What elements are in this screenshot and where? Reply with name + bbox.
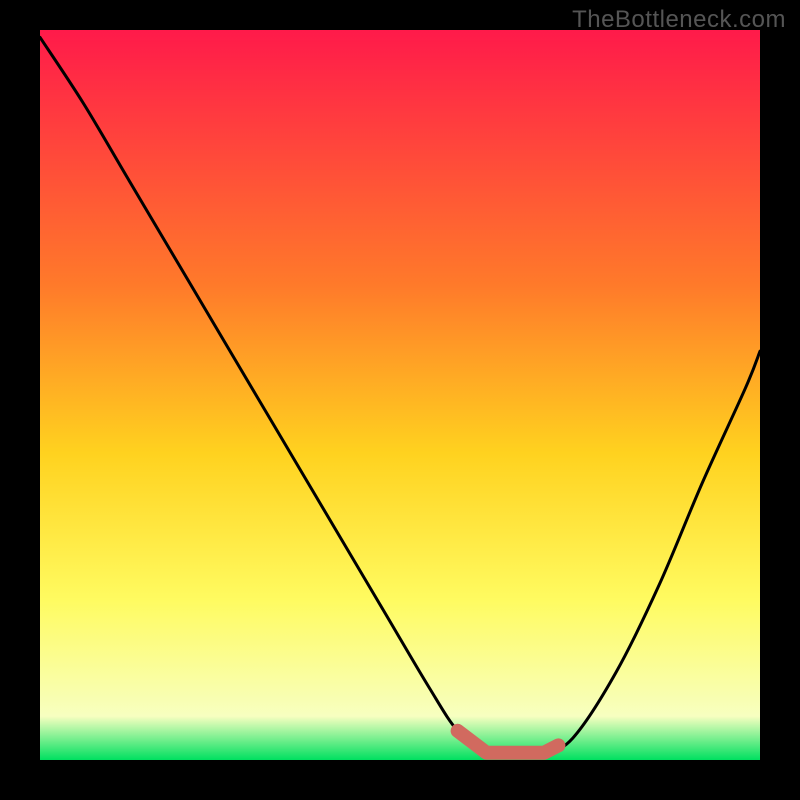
bottleneck-chart [0, 0, 800, 800]
plot-background [40, 30, 760, 760]
chart-frame: TheBottleneck.com [0, 0, 800, 800]
frame-left [0, 0, 40, 800]
frame-right [760, 0, 800, 800]
watermark-text: TheBottleneck.com [572, 6, 786, 34]
